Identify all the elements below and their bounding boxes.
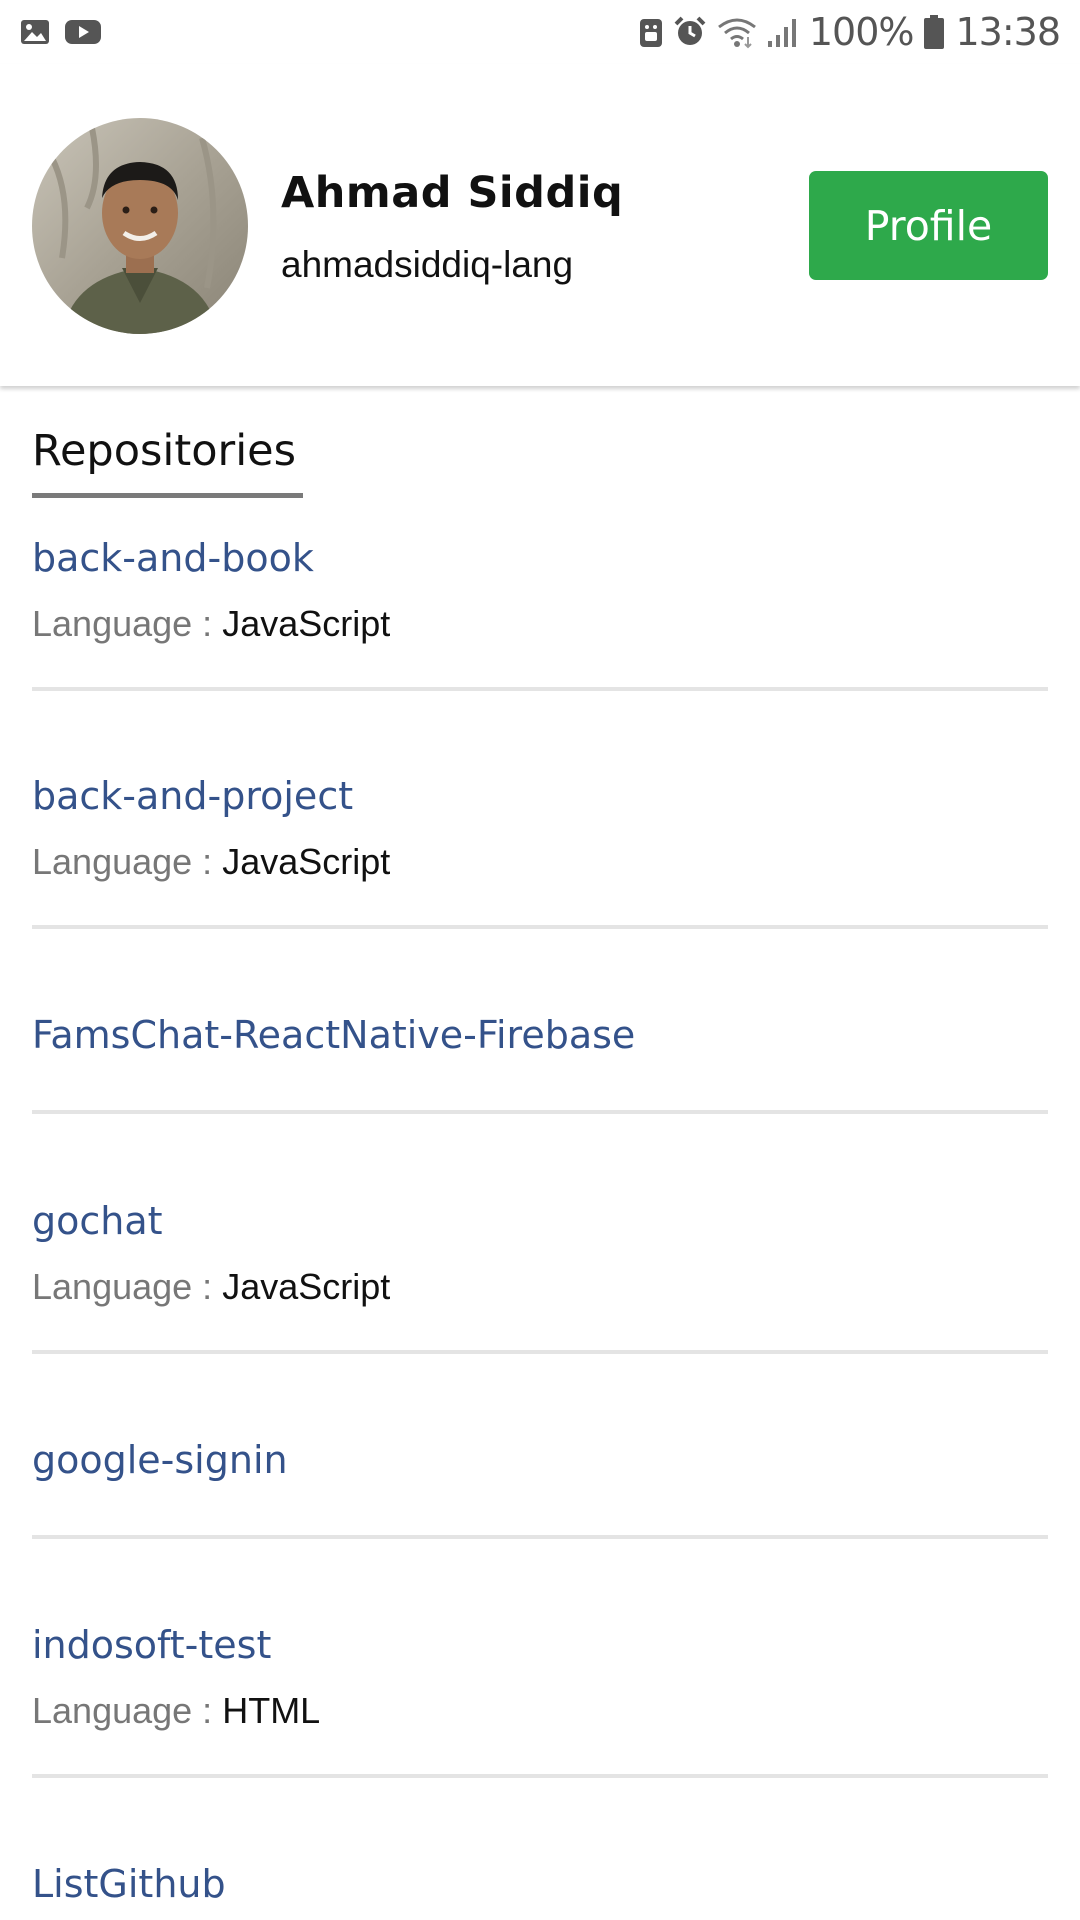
battery-icon: [923, 14, 945, 50]
language-value: HTML: [222, 1690, 321, 1731]
divider: [32, 1535, 1048, 1539]
profile-button[interactable]: Profile: [809, 171, 1048, 280]
repo-name[interactable]: ListGithub: [32, 1862, 226, 1906]
wifi-icon: [717, 15, 757, 49]
divider: [32, 687, 1048, 691]
youtube-icon: [64, 17, 102, 47]
repo-name[interactable]: back-and-project: [32, 774, 353, 818]
language-label: Language :: [32, 1690, 213, 1731]
alarm-icon: [673, 15, 707, 49]
avatar: [32, 118, 248, 334]
user-handle: ahmadsiddiq-lang: [281, 244, 574, 285]
repo-language: Language : JavaScript: [32, 841, 390, 883]
divider: [32, 1110, 1048, 1114]
language-value: JavaScript: [222, 841, 391, 882]
user-name: Ahmad Siddiq: [281, 168, 624, 218]
clock: 13:38: [955, 10, 1061, 54]
section-title: Repositories: [32, 426, 297, 476]
android-icon: [639, 15, 663, 49]
repo-name[interactable]: google-signin: [32, 1438, 288, 1482]
profile-header: Ahmad Siddiq ahmadsiddiq-lang Profile: [0, 64, 1080, 386]
repo-name[interactable]: gochat: [32, 1199, 163, 1243]
repo-name[interactable]: FamsChat-ReactNative-Firebase: [32, 1013, 635, 1057]
repo-language: Language : JavaScript: [32, 603, 390, 645]
status-bar: 100% 13:38: [0, 0, 1080, 64]
signal-icon: [767, 15, 799, 49]
language-label: Language :: [32, 603, 213, 644]
repo-language: Language : JavaScript: [32, 1266, 390, 1308]
language-value: JavaScript: [222, 603, 391, 644]
language-label: Language :: [32, 1266, 213, 1307]
divider: [32, 1774, 1048, 1778]
repo-name[interactable]: indosoft-test: [32, 1623, 271, 1667]
image-icon: [20, 17, 50, 47]
repo-name[interactable]: back-and-book: [32, 536, 314, 580]
status-right: 100% 13:38: [639, 10, 1061, 54]
section-underline: [32, 493, 303, 498]
divider: [32, 1350, 1048, 1354]
divider: [32, 925, 1048, 929]
repositories-section: Repositories back-and-book Language : Ja…: [0, 386, 1080, 1920]
repo-language: Language : HTML: [32, 1690, 320, 1732]
language-value: JavaScript: [222, 1266, 391, 1307]
language-label: Language :: [32, 841, 213, 882]
status-left: [20, 17, 102, 47]
battery-percent: 100%: [808, 10, 915, 54]
